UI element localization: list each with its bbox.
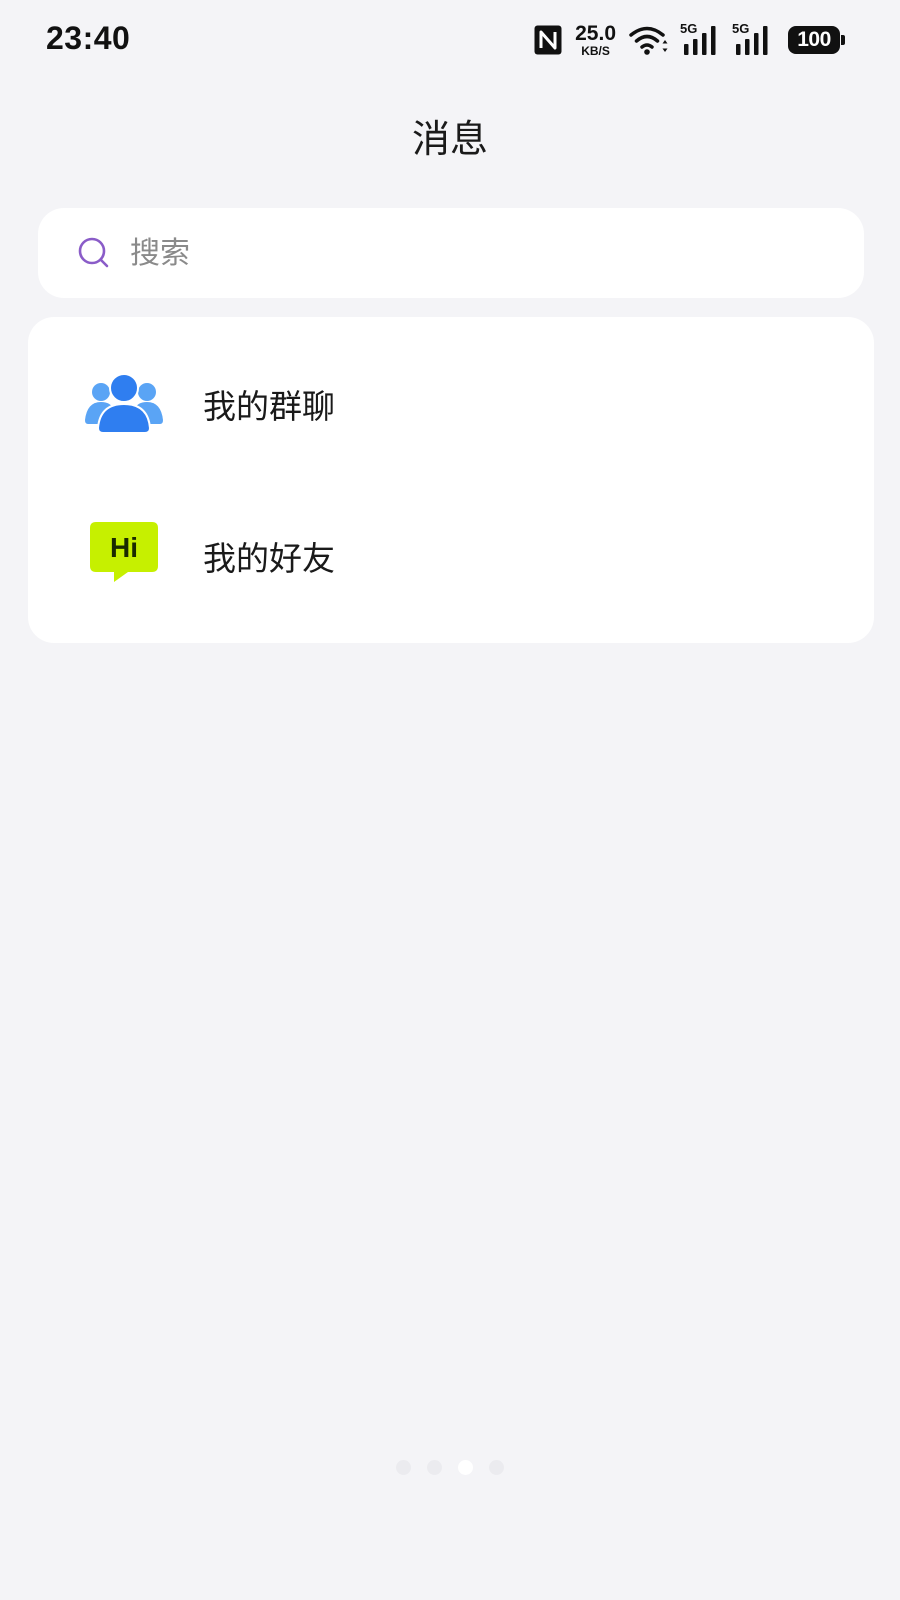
- list-item-label: 我的群聊: [203, 387, 335, 426]
- friends-hi-icon: Hi: [84, 516, 164, 596]
- friends-icon-text: Hi: [110, 532, 138, 563]
- page-dot: [489, 1460, 504, 1475]
- message-category-list: 我的群聊 Hi 我的好友: [28, 317, 874, 643]
- network-speed-value: 25.0: [575, 22, 616, 45]
- page-indicator: [0, 1460, 900, 1475]
- list-item-friends[interactable]: Hi 我的好友: [28, 481, 874, 631]
- page-dot-active: [458, 1460, 473, 1475]
- battery-icon: 100: [788, 26, 845, 54]
- network-speed: 25.0 KB/S: [575, 23, 616, 57]
- status-bar: 23:40 25.0 KB/S 5G 5G 100: [0, 0, 900, 80]
- search-input[interactable]: [130, 235, 730, 271]
- status-icons: 25.0 KB/S 5G 5G 100: [533, 21, 845, 58]
- search-bar[interactable]: [38, 208, 864, 298]
- list-item-group-chats[interactable]: 我的群聊: [28, 329, 874, 479]
- wifi-icon: [628, 24, 670, 56]
- battery-level: 100: [797, 28, 831, 51]
- search-icon: [76, 235, 112, 271]
- signal-network-type: 5G: [680, 21, 698, 36]
- signal-5g-icon: 5G: [732, 21, 774, 57]
- page-title: 消息: [411, 117, 488, 161]
- page-dot: [396, 1460, 411, 1475]
- network-speed-unit: KB/S: [581, 44, 610, 58]
- signal-network-type: 5G: [732, 21, 750, 36]
- signal-5g-icon: 5G: [680, 21, 722, 57]
- list-item-label: 我的好友: [203, 539, 335, 578]
- page-dot: [427, 1460, 442, 1475]
- status-time: 23:40: [46, 20, 131, 56]
- group-chat-icon: [84, 364, 164, 444]
- nfc-icon: [533, 24, 563, 56]
